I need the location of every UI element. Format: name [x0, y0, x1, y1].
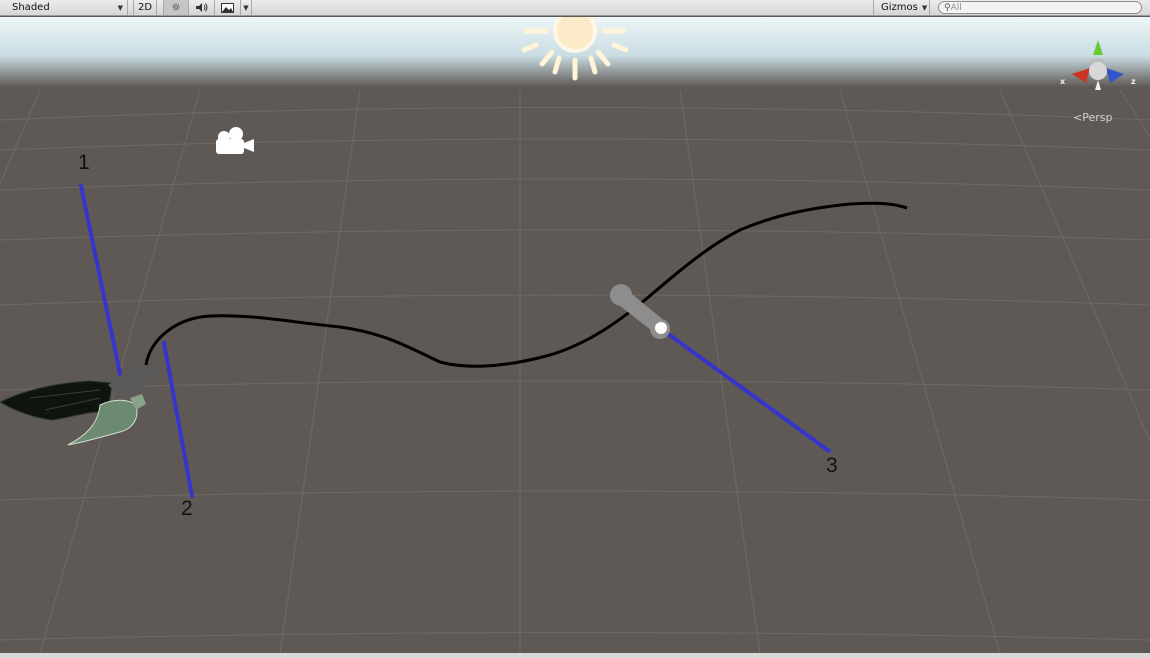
shading-mode-label: Shaded: [12, 2, 50, 13]
gizmo-x-label: x: [1060, 77, 1066, 86]
effects-toggle-button[interactable]: [215, 0, 241, 15]
speaker-icon: [195, 3, 207, 12]
sun-icon: ☼: [171, 1, 181, 14]
gizmos-dropdown[interactable]: Gizmos ▼: [873, 0, 930, 15]
gizmo-y-label: y: [1095, 25, 1101, 34]
image-icon: [221, 2, 234, 13]
audio-toggle-button[interactable]: [189, 0, 215, 15]
ground-plane: [0, 17, 1150, 653]
2d-label: 2D: [137, 2, 153, 13]
gizmos-label: Gizmos: [881, 2, 918, 13]
gizmo-z-label: z: [1131, 77, 1136, 86]
point-label-1: 1: [78, 151, 90, 174]
projection-label: Persp: [1082, 111, 1113, 124]
point-label-3: 3: [826, 454, 838, 477]
search-input[interactable]: ⚲ All: [938, 1, 1142, 14]
dropdown-arrow-icon: ▼: [243, 3, 249, 12]
projection-toggle[interactable]: <Persp: [1073, 111, 1112, 124]
scene-viewport[interactable]: [0, 17, 1150, 653]
search-placeholder: All: [950, 2, 962, 13]
lighting-toggle-button[interactable]: ☼: [163, 0, 189, 15]
shading-mode-dropdown[interactable]: Shaded ▼: [0, 0, 128, 15]
scene-toolbar: Shaded ▼ 2D ☼ ▼ Gizmos ▼ ⚲ All: [0, 0, 1150, 16]
dropdown-arrow-icon: ▼: [921, 3, 928, 12]
gizmo-center-cube[interactable]: [1089, 62, 1107, 80]
effects-dropdown-button[interactable]: ▼: [241, 0, 252, 15]
search-icon: ⚲: [944, 2, 951, 13]
bottom-border: [0, 653, 1150, 658]
dropdown-arrow-icon: ▼: [117, 3, 123, 12]
persp-icon: <: [1073, 111, 1083, 124]
2d-toggle-button[interactable]: 2D: [133, 0, 157, 15]
point-label-2: 2: [181, 497, 193, 520]
